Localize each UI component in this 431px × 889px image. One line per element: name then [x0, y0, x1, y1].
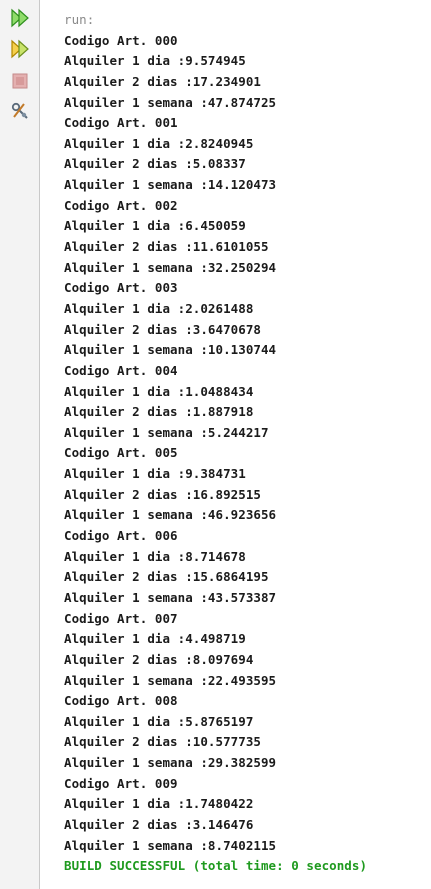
console-line-alquiler: Alquiler 1 semana :47.874725	[64, 94, 277, 110]
output-toolbar	[0, 0, 40, 889]
console-line-alquiler: Alquiler 2 dias :5.08337	[64, 156, 246, 172]
console-line-alquiler: Alquiler 1 dia :9.384731	[64, 466, 246, 482]
stop-icon	[12, 73, 28, 89]
console-line-codigo: Codigo Art. 004	[64, 362, 178, 378]
console-line-alquiler: Alquiler 2 dias :16.892515	[64, 486, 261, 502]
console-line-alquiler: Alquiler 2 dias :17.234901	[64, 73, 261, 89]
console-line-alquiler: Alquiler 1 semana :14.120473	[64, 177, 277, 193]
console-line-alquiler: Alquiler 1 dia :6.450059	[64, 218, 246, 234]
console-line-alquiler: Alquiler 1 semana :46.923656	[64, 507, 277, 523]
console-line-alquiler: Alquiler 2 dias :8.097694	[64, 651, 254, 667]
console-line-alquiler: Alquiler 2 dias :3.146476	[64, 816, 254, 832]
build-status: BUILD SUCCESSFUL (total time: 0 seconds)	[64, 858, 368, 874]
console-line-codigo: Codigo Art. 007	[64, 610, 178, 626]
console-line-codigo: Codigo Art. 000	[64, 32, 178, 48]
console-line-alquiler: Alquiler 1 dia :8.714678	[64, 548, 246, 564]
console-line-alquiler: Alquiler 1 dia :4.498719	[64, 631, 246, 647]
console-line-alquiler: Alquiler 1 semana :29.382599	[64, 755, 277, 771]
stop-button[interactable]	[9, 70, 31, 92]
double-play-icon	[11, 8, 29, 28]
console-line-alquiler: Alquiler 2 dias :10.577735	[64, 734, 261, 750]
console-line-codigo: Codigo Art. 002	[64, 197, 178, 213]
double-play-yellow-icon	[11, 39, 29, 59]
console-line-alquiler: Alquiler 1 dia :2.0261488	[64, 300, 254, 316]
console-line-alquiler: Alquiler 2 dias :15.6864195	[64, 569, 269, 585]
console-line-alquiler: Alquiler 2 dias :3.6470678	[64, 321, 261, 337]
tools-icon	[11, 102, 28, 119]
rerun-button[interactable]	[9, 7, 31, 29]
console-line-alquiler: Alquiler 1 semana :22.493595	[64, 672, 277, 688]
console-line-codigo: Codigo Art. 005	[64, 445, 178, 461]
console-line-codigo: Codigo Art. 006	[64, 528, 178, 544]
console-line-alquiler: Alquiler 2 dias :1.887918	[64, 404, 254, 420]
console-line-codigo: Codigo Art. 009	[64, 775, 178, 791]
console-line-codigo: Codigo Art. 001	[64, 115, 178, 131]
console-line-alquiler: Alquiler 1 dia :1.0488434	[64, 383, 254, 399]
console-line-alquiler: Alquiler 1 dia :9.574945	[64, 53, 246, 69]
console-line-alquiler: Alquiler 1 semana :43.573387	[64, 589, 277, 605]
run-label: run:	[64, 12, 95, 27]
console-line-alquiler: Alquiler 1 semana :10.130744	[64, 342, 277, 358]
console-line-alquiler: Alquiler 1 semana :8.7402115	[64, 837, 277, 853]
console-line-alquiler: Alquiler 1 dia :2.8240945	[64, 135, 254, 151]
console-line-codigo: Codigo Art. 008	[64, 693, 178, 709]
console-line-alquiler: Alquiler 1 semana :5.244217	[64, 424, 269, 440]
console-output: run: Codigo Art. 000 Alquiler 1 dia :9.57…	[64, 10, 428, 877]
console-line-alquiler: Alquiler 2 dias :11.6101055	[64, 239, 269, 255]
console-line-alquiler: Alquiler 1 dia :1.7480422	[64, 796, 254, 812]
console-line-alquiler: Alquiler 1 semana :32.250294	[64, 259, 277, 275]
console-line-codigo: Codigo Art. 003	[64, 280, 178, 296]
console-line-alquiler: Alquiler 1 dia :5.8765197	[64, 713, 254, 729]
settings-button[interactable]	[9, 100, 31, 122]
rerun-with-params-button[interactable]	[9, 38, 31, 60]
